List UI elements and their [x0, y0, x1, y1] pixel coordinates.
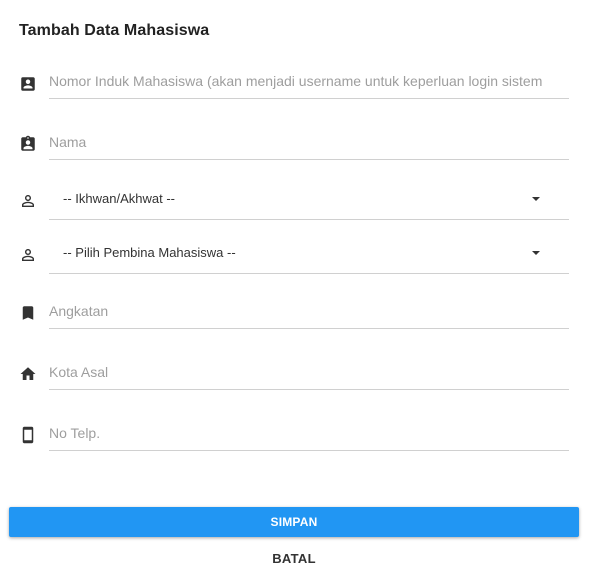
angkatan-row: Angkatan — [0, 300, 592, 330]
smartphone-icon — [19, 426, 37, 444]
pembina-select[interactable]: -- Pilih Pembina Mahasiswa -- — [49, 240, 569, 274]
angkatan-input[interactable]: Angkatan — [49, 300, 569, 329]
angkatan-placeholder: Angkatan — [49, 303, 109, 319]
nim-placeholder: Nomor Induk Mahasiswa (akan menjadi user… — [49, 73, 543, 89]
gender-select[interactable]: -- Ikhwan/Akhwat -- — [49, 186, 569, 220]
person-outline-icon — [19, 192, 37, 210]
no-telp-row: No Telp. — [0, 422, 592, 452]
assignment-ind-icon — [19, 135, 37, 153]
no-telp-placeholder: No Telp. — [49, 425, 101, 441]
nama-row: Nama — [0, 131, 592, 161]
account-box-icon — [19, 75, 37, 93]
chevron-down-icon[interactable] — [532, 197, 540, 201]
pembina-select-value: -- Pilih Pembina Mahasiswa -- — [63, 245, 236, 260]
gender-row: -- Ikhwan/Akhwat -- — [0, 186, 592, 220]
chevron-down-icon[interactable] — [532, 251, 540, 255]
batal-button[interactable]: BATAL — [9, 545, 579, 573]
nama-input[interactable]: Nama — [49, 131, 569, 160]
nim-row: Nomor Induk Mahasiswa (akan menjadi user… — [0, 70, 592, 100]
no-telp-input[interactable]: No Telp. — [49, 422, 569, 451]
form-title: Tambah Data Mahasiswa — [19, 22, 210, 39]
gender-select-value: -- Ikhwan/Akhwat -- — [63, 191, 175, 206]
nama-placeholder: Nama — [49, 134, 87, 150]
nim-input[interactable]: Nomor Induk Mahasiswa (akan menjadi user… — [49, 70, 569, 99]
person-outline-icon — [19, 246, 37, 264]
kota-asal-input[interactable]: Kota Asal — [49, 361, 569, 390]
pembina-row: -- Pilih Pembina Mahasiswa -- — [0, 240, 592, 274]
kota-asal-row: Kota Asal — [0, 361, 592, 391]
home-icon — [19, 365, 37, 383]
kota-asal-placeholder: Kota Asal — [49, 364, 109, 380]
simpan-button[interactable]: SIMPAN — [9, 507, 579, 537]
bookmark-icon — [19, 304, 37, 322]
